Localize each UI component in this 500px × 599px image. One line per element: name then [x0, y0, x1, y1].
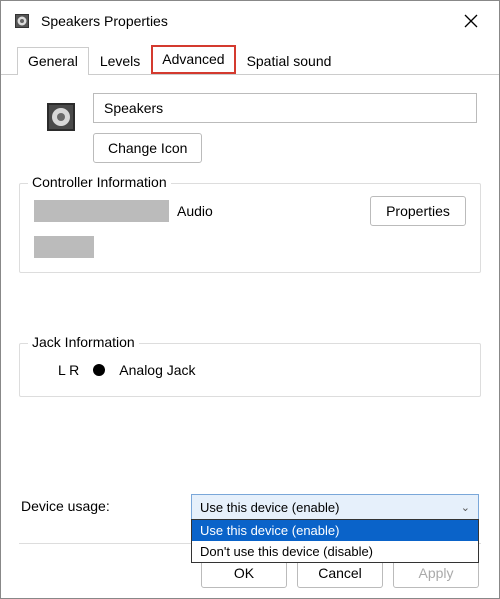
jack-color-dot-icon	[93, 364, 105, 376]
change-icon-button[interactable]: Change Icon	[93, 133, 202, 163]
window-title: Speakers Properties	[41, 13, 451, 29]
controller-name-redacted	[34, 200, 169, 222]
combobox-option-disable[interactable]: Don't use this device (disable)	[192, 541, 478, 562]
tab-strip: General Levels Advanced Spatial sound	[1, 45, 499, 75]
combobox-selected[interactable]: Use this device (enable) ⌄	[191, 494, 479, 520]
controller-vendor-redacted	[34, 236, 94, 258]
close-button[interactable]	[451, 1, 491, 41]
jack-information-group: Jack Information L R Analog Jack	[19, 343, 481, 397]
combobox-selected-text: Use this device (enable)	[200, 500, 339, 515]
device-usage-row: Device usage: Use this device (enable) ⌄…	[21, 494, 479, 520]
jack-type: Analog Jack	[119, 362, 195, 378]
jack-channels: L R	[58, 362, 79, 378]
tab-general[interactable]: General	[17, 47, 89, 75]
combobox-dropdown: Use this device (enable) Don't use this …	[191, 519, 479, 563]
device-usage-label: Device usage:	[21, 494, 191, 514]
speaker-icon	[13, 12, 31, 30]
device-usage-combobox[interactable]: Use this device (enable) ⌄ Use this devi…	[191, 494, 479, 520]
title-bar: Speakers Properties	[1, 1, 499, 41]
tab-spatial-sound[interactable]: Spatial sound	[236, 47, 343, 75]
tab-advanced[interactable]: Advanced	[151, 45, 235, 74]
device-name-input[interactable]	[93, 93, 477, 123]
combobox-option-enable[interactable]: Use this device (enable)	[192, 520, 478, 541]
jack-legend: Jack Information	[28, 334, 139, 350]
chevron-down-icon: ⌄	[461, 501, 470, 514]
device-icon	[43, 99, 79, 135]
controller-properties-button[interactable]: Properties	[370, 196, 466, 226]
tab-panel-general: Change Icon Controller Information Audio…	[1, 75, 499, 397]
controller-legend: Controller Information	[28, 174, 171, 190]
tab-levels[interactable]: Levels	[89, 47, 151, 75]
controller-information-group: Controller Information Audio Properties	[19, 183, 481, 273]
controller-suffix: Audio	[177, 203, 213, 219]
